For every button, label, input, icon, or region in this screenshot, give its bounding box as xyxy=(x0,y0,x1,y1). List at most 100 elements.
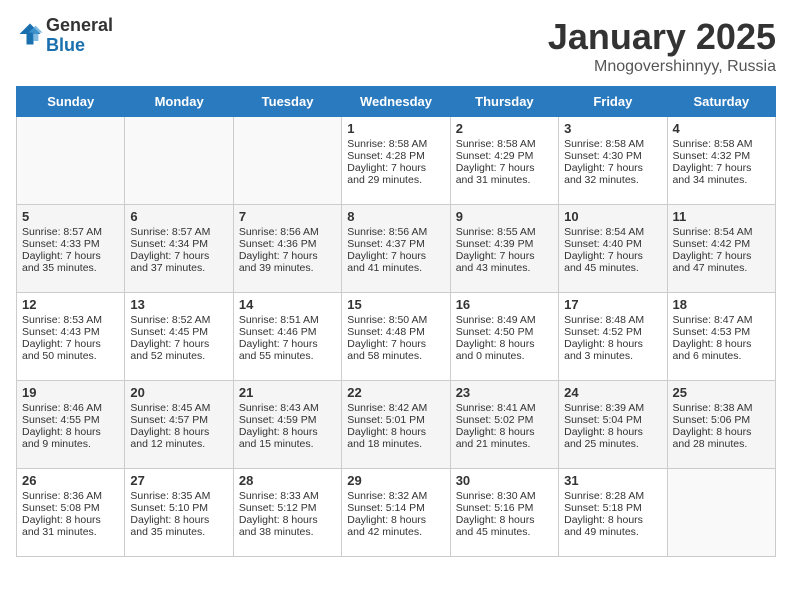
calendar-cell: 5 Sunrise: 8:57 AMSunset: 4:33 PMDaylight… xyxy=(17,205,125,293)
cell-info-line: Daylight: 7 hours and 34 minutes. xyxy=(673,162,770,186)
cell-info-line: Sunrise: 8:56 AM xyxy=(239,226,336,238)
day-number: 12 xyxy=(22,297,119,312)
cell-info-line: Sunrise: 8:50 AM xyxy=(347,314,444,326)
calendar-cell: 28Sunrise: 8:33 AMSunset: 5:12 PMDayligh… xyxy=(233,469,341,557)
cell-info-line: Sunrise: 8:52 AM xyxy=(130,314,227,326)
calendar-cell: 16Sunrise: 8:49 AMSunset: 4:50 PMDayligh… xyxy=(450,293,558,381)
calendar-week-row: 5Sunrise: 8:57 AMSunset: 4:33 PMDaylight… xyxy=(17,205,776,293)
day-number: 4 xyxy=(673,121,770,136)
cell-info-line: Daylight: 8 hours and 49 minutes. xyxy=(564,514,661,538)
calendar-cell: 19Sunrise: 8:46 AMSunset: 4:55 PMDayligh… xyxy=(17,381,125,469)
day-number: 30 xyxy=(456,473,553,488)
day-number: 28 xyxy=(239,473,336,488)
title-block: January 2025 Mnogovershinnyy, Russia xyxy=(548,16,776,76)
cell-info-line: Daylight: 7 hours and 43 minutes. xyxy=(456,250,553,274)
cell-info-line: Daylight: 7 hours and 45 minutes. xyxy=(564,250,661,274)
cell-info-line: Sunrise: 8:54 AM xyxy=(673,226,770,238)
page-header: General Blue January 2025 Mnogovershinny… xyxy=(16,16,776,76)
calendar-cell: 29Sunrise: 8:32 AMSunset: 5:14 PMDayligh… xyxy=(342,469,450,557)
calendar-cell: 18Sunrise: 8:47 AMSunset: 4:53 PMDayligh… xyxy=(667,293,775,381)
day-number: 29 xyxy=(347,473,444,488)
day-number: 17 xyxy=(564,297,661,312)
cell-info-line: Sunset: 5:10 PM xyxy=(130,502,227,514)
cell-info-line: Sunset: 4:28 PM xyxy=(347,150,444,162)
cell-info-line: Sunset: 4:33 PM xyxy=(22,238,119,250)
cell-info-line: Sunset: 4:50 PM xyxy=(456,326,553,338)
cell-info-line: Sunrise: 8:58 AM xyxy=(456,138,553,150)
day-number: 7 xyxy=(239,209,336,224)
cell-info-line: Sunset: 4:36 PM xyxy=(239,238,336,250)
calendar-week-row: 1Sunrise: 8:58 AMSunset: 4:28 PMDaylight… xyxy=(17,117,776,205)
weekday-header-monday: Monday xyxy=(125,87,233,117)
calendar-cell: 30Sunrise: 8:30 AMSunset: 5:16 PMDayligh… xyxy=(450,469,558,557)
cell-info-line: Sunset: 4:40 PM xyxy=(564,238,661,250)
cell-info-line: Sunset: 4:29 PM xyxy=(456,150,553,162)
calendar-cell: 6Sunrise: 8:57 AMSunset: 4:34 PMDaylight… xyxy=(125,205,233,293)
cell-info-line: Daylight: 8 hours and 38 minutes. xyxy=(239,514,336,538)
cell-info-line: Sunrise: 8:51 AM xyxy=(239,314,336,326)
cell-info-line: Sunset: 4:52 PM xyxy=(564,326,661,338)
day-number: 23 xyxy=(456,385,553,400)
cell-info-line: Daylight: 8 hours and 18 minutes. xyxy=(347,426,444,450)
day-number: 8 xyxy=(347,209,444,224)
cell-info-line: Sunset: 5:08 PM xyxy=(22,502,119,514)
calendar-cell: 7Sunrise: 8:56 AMSunset: 4:36 PMDaylight… xyxy=(233,205,341,293)
cell-info-line: Daylight: 7 hours and 29 minutes. xyxy=(347,162,444,186)
calendar-cell: 25Sunrise: 8:38 AMSunset: 5:06 PMDayligh… xyxy=(667,381,775,469)
calendar-table: SundayMondayTuesdayWednesdayThursdayFrid… xyxy=(16,86,776,557)
cell-info-line: Daylight: 7 hours and 55 minutes. xyxy=(239,338,336,362)
weekday-header-tuesday: Tuesday xyxy=(233,87,341,117)
calendar-cell: 2 Sunrise: 8:58 AMSunset: 4:29 PMDaylight… xyxy=(450,117,558,205)
cell-info-line: Sunrise: 8:33 AM xyxy=(239,490,336,502)
logo-blue-text: Blue xyxy=(46,35,85,55)
cell-info-line: Sunset: 4:45 PM xyxy=(130,326,227,338)
cell-info-line: Sunrise: 8:56 AM xyxy=(347,226,444,238)
day-number: 1 xyxy=(347,121,444,136)
day-number: 20 xyxy=(130,385,227,400)
weekday-header-row: SundayMondayTuesdayWednesdayThursdayFrid… xyxy=(17,87,776,117)
calendar-cell: 21Sunrise: 8:43 AMSunset: 4:59 PMDayligh… xyxy=(233,381,341,469)
cell-info-line: Sunset: 4:39 PM xyxy=(456,238,553,250)
logo: General Blue xyxy=(16,16,113,56)
cell-info-line: Daylight: 7 hours and 37 minutes. xyxy=(130,250,227,274)
calendar-week-row: 12Sunrise: 8:53 AMSunset: 4:43 PMDayligh… xyxy=(17,293,776,381)
cell-info-line: Sunrise: 8:48 AM xyxy=(564,314,661,326)
day-number: 5 xyxy=(22,209,119,224)
day-number: 27 xyxy=(130,473,227,488)
calendar-title: January 2025 xyxy=(548,16,776,58)
cell-info-line: Sunrise: 8:58 AM xyxy=(673,138,770,150)
calendar-cell xyxy=(125,117,233,205)
calendar-cell: 1Sunrise: 8:58 AMSunset: 4:28 PMDaylight… xyxy=(342,117,450,205)
cell-info-line: Sunrise: 8:57 AM xyxy=(130,226,227,238)
cell-info-line: Daylight: 8 hours and 12 minutes. xyxy=(130,426,227,450)
cell-info-line: Sunset: 5:04 PM xyxy=(564,414,661,426)
cell-info-line: Sunrise: 8:43 AM xyxy=(239,402,336,414)
cell-info-line: Sunrise: 8:30 AM xyxy=(456,490,553,502)
cell-info-line: Sunset: 4:37 PM xyxy=(347,238,444,250)
cell-info-line: Daylight: 7 hours and 31 minutes. xyxy=(456,162,553,186)
day-number: 19 xyxy=(22,385,119,400)
cell-info-line: Sunrise: 8:35 AM xyxy=(130,490,227,502)
day-number: 21 xyxy=(239,385,336,400)
cell-info-line: Daylight: 7 hours and 35 minutes. xyxy=(22,250,119,274)
calendar-cell: 4Sunrise: 8:58 AMSunset: 4:32 PMDaylight… xyxy=(667,117,775,205)
cell-info-line: Sunrise: 8:45 AM xyxy=(130,402,227,414)
calendar-cell xyxy=(17,117,125,205)
cell-info-line: Daylight: 8 hours and 21 minutes. xyxy=(456,426,553,450)
calendar-cell: 17Sunrise: 8:48 AMSunset: 4:52 PMDayligh… xyxy=(559,293,667,381)
calendar-week-row: 19Sunrise: 8:46 AMSunset: 4:55 PMDayligh… xyxy=(17,381,776,469)
cell-info-line: Sunrise: 8:55 AM xyxy=(456,226,553,238)
cell-info-line: Daylight: 7 hours and 47 minutes. xyxy=(673,250,770,274)
cell-info-line: Sunset: 5:01 PM xyxy=(347,414,444,426)
cell-info-line: Sunset: 5:02 PM xyxy=(456,414,553,426)
cell-info-line: Daylight: 8 hours and 28 minutes. xyxy=(673,426,770,450)
calendar-cell: 22Sunrise: 8:42 AMSunset: 5:01 PMDayligh… xyxy=(342,381,450,469)
day-number: 14 xyxy=(239,297,336,312)
weekday-header-saturday: Saturday xyxy=(667,87,775,117)
calendar-cell: 15Sunrise: 8:50 AMSunset: 4:48 PMDayligh… xyxy=(342,293,450,381)
cell-info-line: Sunrise: 8:39 AM xyxy=(564,402,661,414)
cell-info-line: Sunrise: 8:57 AM xyxy=(22,226,119,238)
day-number: 2 xyxy=(456,121,553,136)
cell-info-line: Sunset: 5:18 PM xyxy=(564,502,661,514)
day-number: 13 xyxy=(130,297,227,312)
